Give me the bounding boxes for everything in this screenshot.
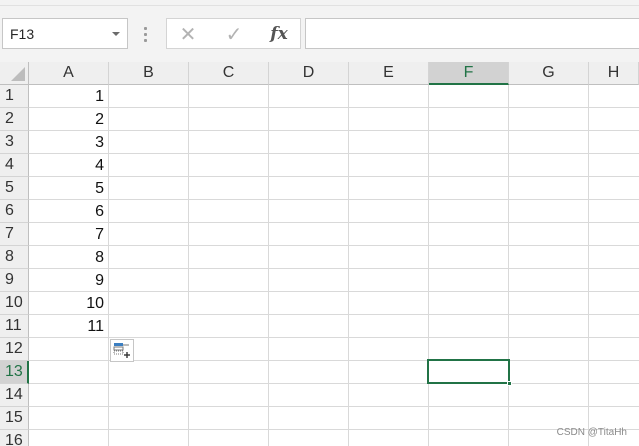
row-gridline xyxy=(29,199,639,200)
row-gridline xyxy=(29,245,639,246)
column-header-g[interactable]: G xyxy=(509,62,589,85)
row-header-13[interactable]: 13 xyxy=(0,361,29,384)
row-header-10[interactable]: 10 xyxy=(0,292,29,315)
column-gridline xyxy=(108,85,109,446)
column-header-a[interactable]: A xyxy=(29,62,109,85)
row-header-6[interactable]: 6 xyxy=(0,200,29,223)
row-header-3[interactable]: 3 xyxy=(0,131,29,154)
cell-a1[interactable]: 1 xyxy=(29,85,108,108)
column-header-f[interactable]: F xyxy=(429,62,509,85)
watermark: CSDN @TitaHh xyxy=(556,427,627,438)
row-gridline xyxy=(29,429,639,430)
row-header-5[interactable]: 5 xyxy=(0,177,29,200)
row-gridline xyxy=(29,337,639,338)
cell-a10[interactable]: 10 xyxy=(29,292,108,315)
check-icon[interactable]: ✓ xyxy=(220,23,248,46)
row-gridline xyxy=(29,222,639,223)
column-gridline xyxy=(508,85,509,446)
row-header-12[interactable]: 12 xyxy=(0,338,29,361)
row-header-15[interactable]: 15 xyxy=(0,407,29,430)
select-all-triangle-icon[interactable] xyxy=(11,67,25,81)
autofill-options-icon xyxy=(113,343,130,358)
row-gridline xyxy=(29,383,639,384)
row-gridline xyxy=(29,268,639,269)
row-header-1[interactable]: 1 xyxy=(0,85,29,108)
row-header-16[interactable]: 16 xyxy=(0,430,29,446)
row-header-7[interactable]: 7 xyxy=(0,223,29,246)
row-header-4[interactable]: 4 xyxy=(0,154,29,177)
insert-function-icon[interactable]: fx xyxy=(265,23,293,45)
autofill-options-button[interactable] xyxy=(110,339,134,362)
column-header-e[interactable]: E xyxy=(349,62,429,85)
row-header-9[interactable]: 9 xyxy=(0,269,29,292)
worksheet-grid[interactable]: A B C D E F G H 1 2 3 4 5 6 7 8 9 10 11 12 13 14 15 16 1 2 3 4 5 6 7 8 9… xyxy=(0,62,639,446)
chevron-down-icon[interactable] xyxy=(112,32,120,36)
cell-a9[interactable]: 9 xyxy=(29,269,108,292)
cell-a4[interactable]: 4 xyxy=(29,154,108,177)
column-header-h[interactable]: H xyxy=(589,62,639,85)
column-gridline xyxy=(588,85,589,446)
column-gridline xyxy=(268,85,269,446)
cell-a8[interactable]: 8 xyxy=(29,246,108,269)
row-gridline xyxy=(29,314,639,315)
row-header-11[interactable]: 11 xyxy=(0,315,29,338)
row-header-2[interactable]: 2 xyxy=(0,108,29,131)
formula-bar-resize-grip[interactable] xyxy=(144,27,148,43)
cell-a6[interactable]: 6 xyxy=(29,200,108,223)
column-gridline xyxy=(188,85,189,446)
formula-bar: F13 ✕ ✓ fx xyxy=(0,6,639,62)
cancel-icon[interactable]: ✕ xyxy=(174,23,202,46)
cell-a11[interactable]: 11 xyxy=(29,315,108,338)
column-gridline xyxy=(348,85,349,446)
row-gridline xyxy=(29,291,639,292)
row-gridline xyxy=(29,130,639,131)
row-header-8[interactable]: 8 xyxy=(0,246,29,269)
cell-a2[interactable]: 2 xyxy=(29,108,108,131)
column-header-d[interactable]: D xyxy=(269,62,349,85)
cell-a3[interactable]: 3 xyxy=(29,131,108,154)
name-box-value: F13 xyxy=(10,26,35,42)
row-gridline xyxy=(29,176,639,177)
name-box[interactable]: F13 xyxy=(2,18,128,49)
select-all-corner[interactable] xyxy=(0,62,29,85)
column-header-b[interactable]: B xyxy=(109,62,189,85)
column-gridline xyxy=(428,85,429,446)
formula-buttons: ✕ ✓ fx xyxy=(166,18,301,49)
cell-a5[interactable]: 5 xyxy=(29,177,108,200)
column-header-c[interactable]: C xyxy=(189,62,269,85)
row-gridline xyxy=(29,107,639,108)
formula-input[interactable] xyxy=(305,18,639,49)
row-gridline xyxy=(29,406,639,407)
row-header-14[interactable]: 14 xyxy=(0,384,29,407)
selected-cell[interactable] xyxy=(427,359,512,386)
fill-handle[interactable] xyxy=(507,381,512,386)
cell-a7[interactable]: 7 xyxy=(29,223,108,246)
row-gridline xyxy=(29,153,639,154)
